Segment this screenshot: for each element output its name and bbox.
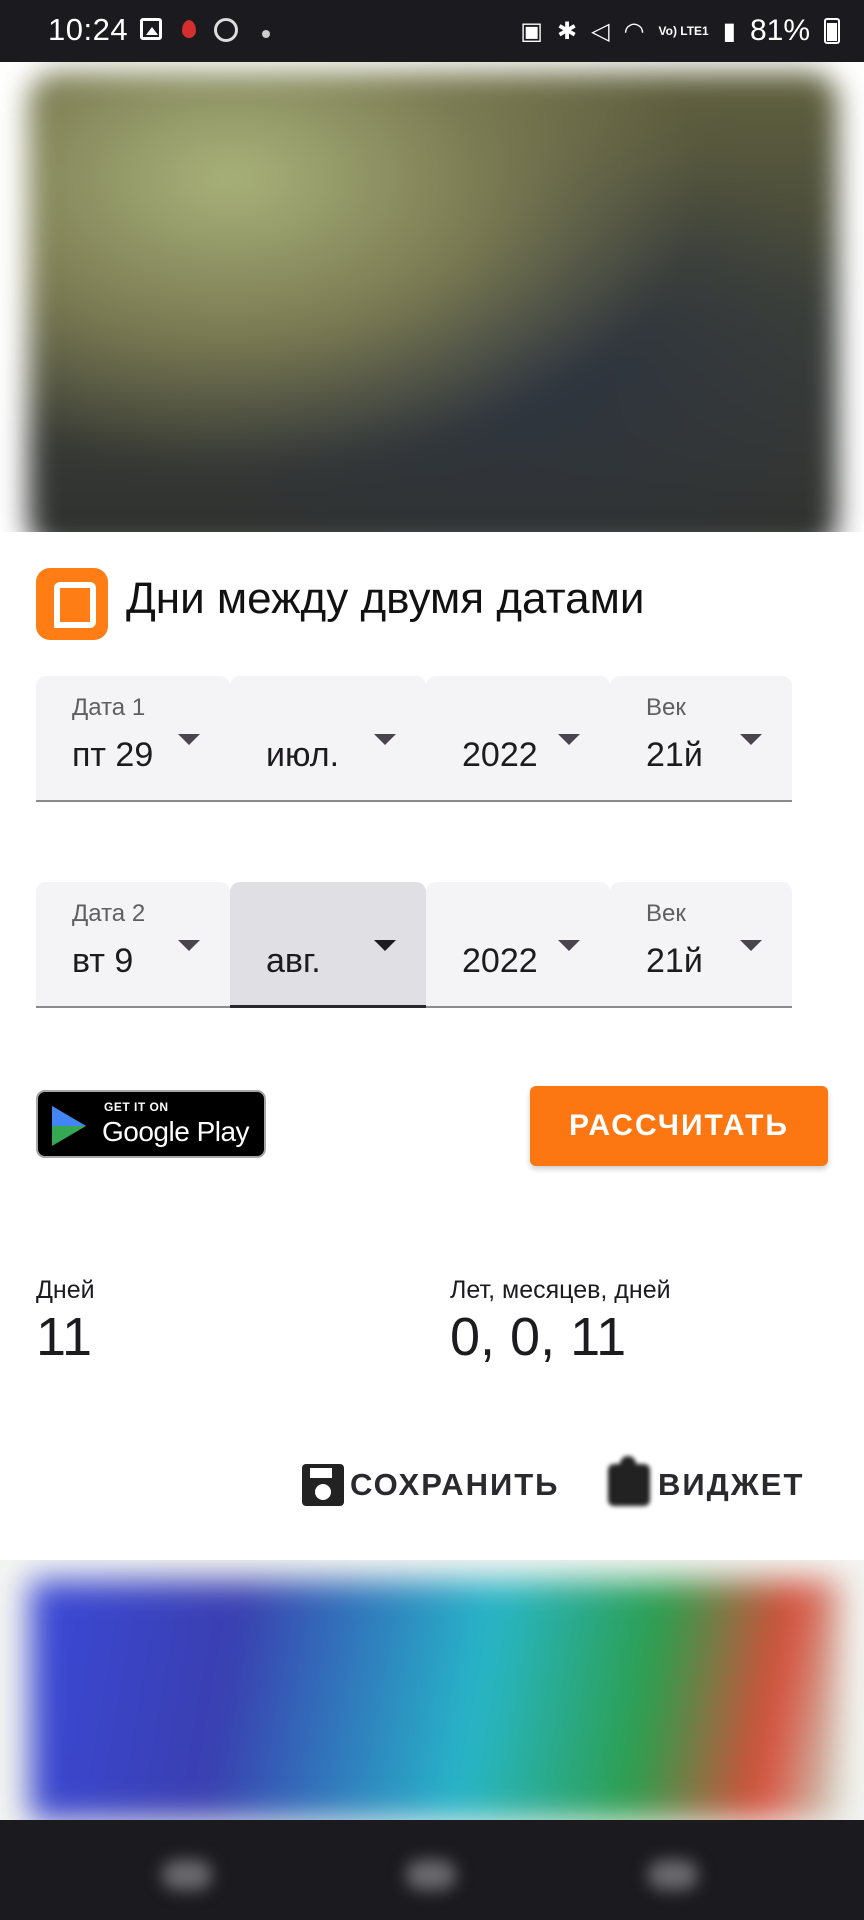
chevron-down-icon [558,940,580,951]
save-icon [302,1464,344,1506]
chevron-down-icon [374,940,396,951]
date2-day-value: вт 9 [72,942,134,980]
gallery-icon [140,18,162,40]
google-play-big-text: Google Play [102,1116,250,1147]
ad-image[interactable] [28,72,838,532]
widget-label: ВИДЖЕТ [658,1467,805,1502]
calculator-card: Дни между двумя датами Дата 1 пт 29 июл.… [0,532,864,1560]
chevron-down-icon [178,940,200,951]
date2-century-label: Век [646,900,686,927]
status-icons: ▣ ✱ ◁ ◠ Vo) LTE1 ▮ 81% [520,14,840,48]
date1-century-label: Век [646,694,686,721]
navigation-bar [0,1820,864,1920]
chevron-down-icon [740,734,762,745]
signal-icon: ▮ [722,17,736,45]
dot-icon [262,30,270,38]
google-play-badge[interactable]: GET IT ON Google Play [36,1090,266,1158]
date2-year-value: 2022 [462,942,538,980]
date1-day-select[interactable]: Дата 1 пт 29 [36,676,230,802]
date2-month-select[interactable]: авг. [230,882,426,1008]
date1-year-value: 2022 [462,736,538,774]
days-label: Дней [36,1276,95,1304]
chevron-down-icon [178,734,200,745]
date1-month-value: июл. [266,736,340,774]
ymd-label: Лет, месяцев, дней [450,1276,671,1304]
date1-day-value: пт 29 [72,736,154,774]
date2-year-select[interactable]: 2022 [426,882,610,1008]
chevron-down-icon [558,734,580,745]
save-button[interactable]: СОХРАНИТЬ [302,1458,559,1512]
date1-row: Дата 1 пт 29 июл. 2022 Век 21й [36,676,792,802]
circle-icon [214,18,238,42]
status-time: 10:24 [48,12,129,47]
google-play-small-text: GET IT ON [104,1100,169,1114]
back-icon[interactable] [648,1860,698,1890]
bluetooth-icon: ✱ [556,17,578,45]
puzzle-icon [608,1456,650,1506]
chevron-down-icon [740,940,762,951]
date2-month-value: авг. [266,942,321,980]
calculate-button[interactable]: РАССЧИТАТЬ [530,1086,828,1166]
ad-banner-top[interactable] [0,62,864,532]
status-bar: 10:24 ▣ ✱ ◁ ◠ Vo) LTE1 ▮ 81% [0,0,864,62]
home-icon[interactable] [406,1860,456,1890]
ymd-value: 0, 0, 11 [450,1307,627,1367]
mute-icon: ◁ [591,17,610,45]
ad-banner-bottom[interactable] [0,1560,864,1820]
google-play-icon [52,1106,86,1146]
wifi-icon: ◠ [623,17,645,45]
nfc-icon: ▣ [520,17,543,45]
days-value: 11 [36,1307,93,1367]
date1-century-select[interactable]: Век 21й [610,676,792,802]
date2-row: Дата 2 вт 9 авг. 2022 Век 21й [36,882,792,1008]
widget-button[interactable]: ВИДЖЕТ [608,1456,805,1512]
app-logo-icon [36,568,108,640]
battery-percent: 81% [749,14,810,47]
save-label: СОХРАНИТЬ [350,1467,560,1502]
date1-year-select[interactable]: 2022 [426,676,610,802]
date1-month-select[interactable]: июл. [230,676,426,802]
date2-label: Дата 2 [72,900,146,927]
date2-day-select[interactable]: Дата 2 вт 9 [36,882,230,1008]
date2-century-select[interactable]: Век 21й [610,882,792,1008]
network-label: Vo) LTE1 [658,24,709,38]
battery-icon [824,18,840,44]
date1-century-value: 21й [646,736,703,774]
ad-image[interactable] [30,1580,840,1820]
recent-apps-icon[interactable] [162,1860,212,1890]
page-title: Дни между двумя датами [126,574,645,623]
notification-icon [182,20,196,38]
chevron-down-icon [374,734,396,745]
date1-label: Дата 1 [72,694,146,721]
date2-century-value: 21й [646,942,703,980]
